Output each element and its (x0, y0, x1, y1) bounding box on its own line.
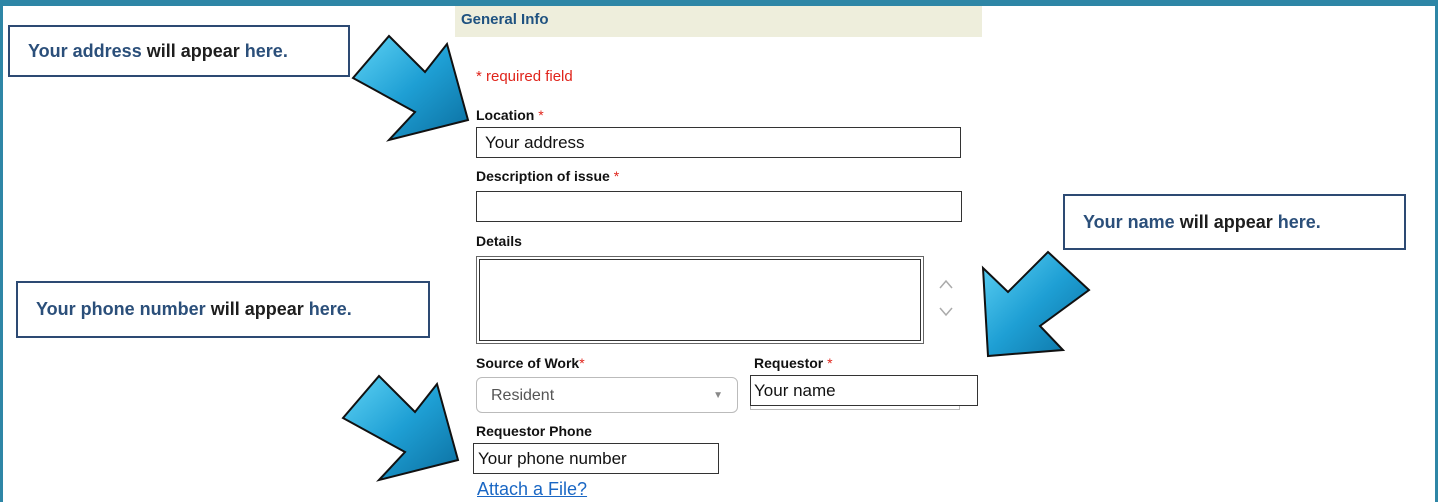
arrow-to-location-icon (351, 34, 470, 142)
arrow-to-requestor-icon (981, 250, 1091, 358)
arrow-to-phone-icon (341, 374, 460, 482)
annotation-arrows (341, 34, 1091, 482)
